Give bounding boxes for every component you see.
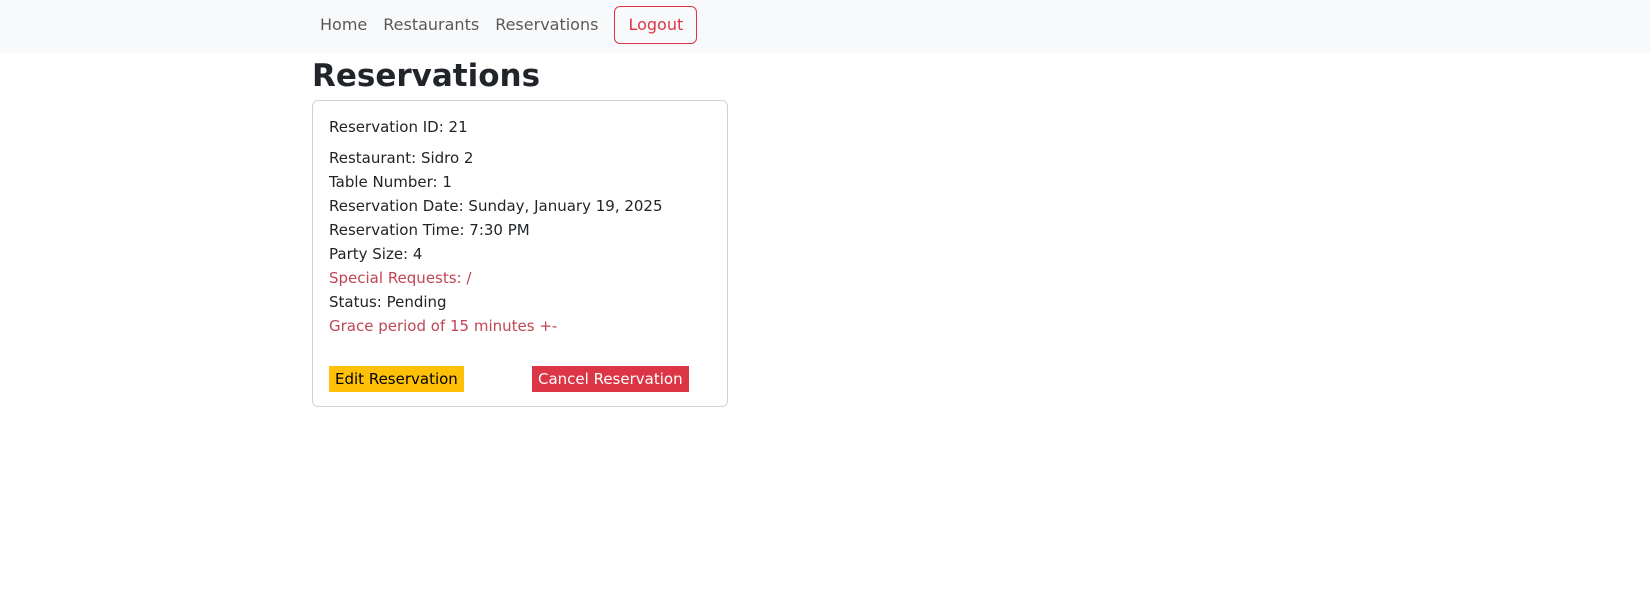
reservation-party-size: Party Size: 4 — [329, 245, 423, 263]
nav-link-reservations[interactable]: Reservations — [487, 6, 606, 44]
nav-link-home[interactable]: Home — [312, 6, 375, 44]
cancel-reservation-button[interactable]: Cancel Reservation — [532, 366, 689, 392]
reservation-card: Reservation ID: 21 Restaurant: Sidro 2 T… — [312, 100, 728, 407]
reservation-date: Reservation Date: Sunday, January 19, 20… — [329, 197, 663, 215]
navbar: Home Restaurants Reservations Logout — [0, 0, 1650, 53]
edit-reservation-button[interactable]: Edit Reservation — [329, 366, 464, 392]
reservation-table-number: Table Number: 1 — [329, 173, 452, 191]
nav-links: Home Restaurants Reservations Logout — [312, 6, 698, 44]
reservation-status: Status: Pending — [329, 293, 447, 311]
reservation-restaurant: Restaurant: Sidro 2 — [329, 149, 474, 167]
logout-button[interactable]: Logout — [614, 6, 698, 44]
reservation-time: Reservation Time: 7:30 PM — [329, 221, 530, 239]
nav-link-restaurants[interactable]: Restaurants — [375, 6, 487, 44]
page-title: Reservations — [312, 58, 541, 94]
reservation-special-requests: Special Requests: / — [329, 269, 472, 287]
reservation-id: Reservation ID: 21 — [329, 118, 468, 136]
reservation-grace-period: Grace period of 15 minutes +- — [329, 317, 558, 335]
